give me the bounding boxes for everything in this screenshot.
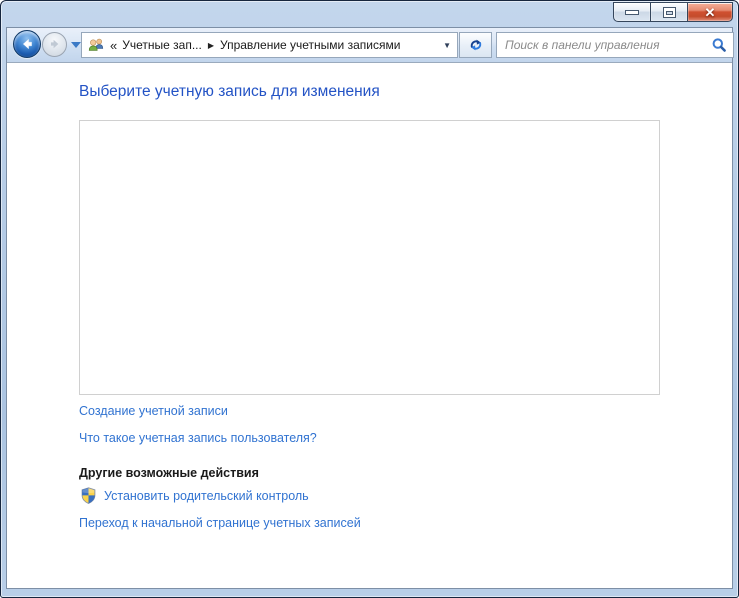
other-actions-heading: Другие возможные действия [79, 466, 259, 480]
back-button[interactable] [13, 30, 41, 58]
search-icon[interactable] [711, 37, 727, 53]
navigation-bar: « Учетные зап... ▶ Управление учетными з… [7, 28, 734, 63]
caption-buttons: ✕ [613, 2, 733, 22]
breadcrumb-separator-icon[interactable]: ▶ [207, 41, 215, 50]
breadcrumb-overflow-chevron[interactable]: « [110, 38, 117, 53]
forward-arrow-icon [50, 39, 58, 49]
recent-pages-dropdown[interactable] [71, 42, 81, 48]
create-account-link[interactable]: Создание учетной записи [79, 404, 228, 418]
search-box [496, 32, 734, 58]
uac-shield-icon [81, 487, 96, 504]
minimize-icon [626, 10, 638, 14]
maximize-icon [663, 7, 675, 17]
breadcrumb-item-manage-accounts[interactable]: Управление учетными записями [220, 38, 400, 52]
account-list [79, 120, 660, 395]
maximize-button[interactable] [650, 2, 688, 22]
refresh-icon [470, 39, 481, 51]
user-accounts-icon [88, 38, 104, 51]
address-dropdown-icon[interactable]: ▼ [443, 41, 451, 50]
minimize-button[interactable] [613, 2, 651, 22]
what-is-account-link[interactable]: Что такое учетная запись пользователя? [79, 431, 317, 445]
breadcrumb[interactable]: « Учетные зап... ▶ Управление учетными з… [81, 32, 458, 58]
accounts-home-link[interactable]: Переход к начальной странице учетных зап… [79, 516, 361, 530]
parental-control-row[interactable]: Установить родительский контроль [80, 487, 309, 504]
refresh-button[interactable] [459, 32, 492, 58]
close-button[interactable]: ✕ [687, 2, 733, 22]
search-input[interactable] [505, 38, 711, 52]
page-title: Выберите учетную запись для изменения [79, 83, 380, 100]
content-area: Выберите учетную запись для изменения Со… [7, 63, 732, 588]
parental-control-link[interactable]: Установить родительский контроль [104, 489, 309, 503]
window-inner: « Учетные зап... ▶ Управление учетными з… [6, 27, 734, 589]
breadcrumb-item-user-accounts[interactable]: Учетные зап... [122, 38, 202, 52]
back-arrow-icon [22, 38, 32, 50]
window-frame: ✕ « Учетные зап... ▶ Управление учетными… [0, 0, 739, 598]
forward-button[interactable] [42, 31, 67, 57]
close-icon: ✕ [704, 4, 716, 20]
